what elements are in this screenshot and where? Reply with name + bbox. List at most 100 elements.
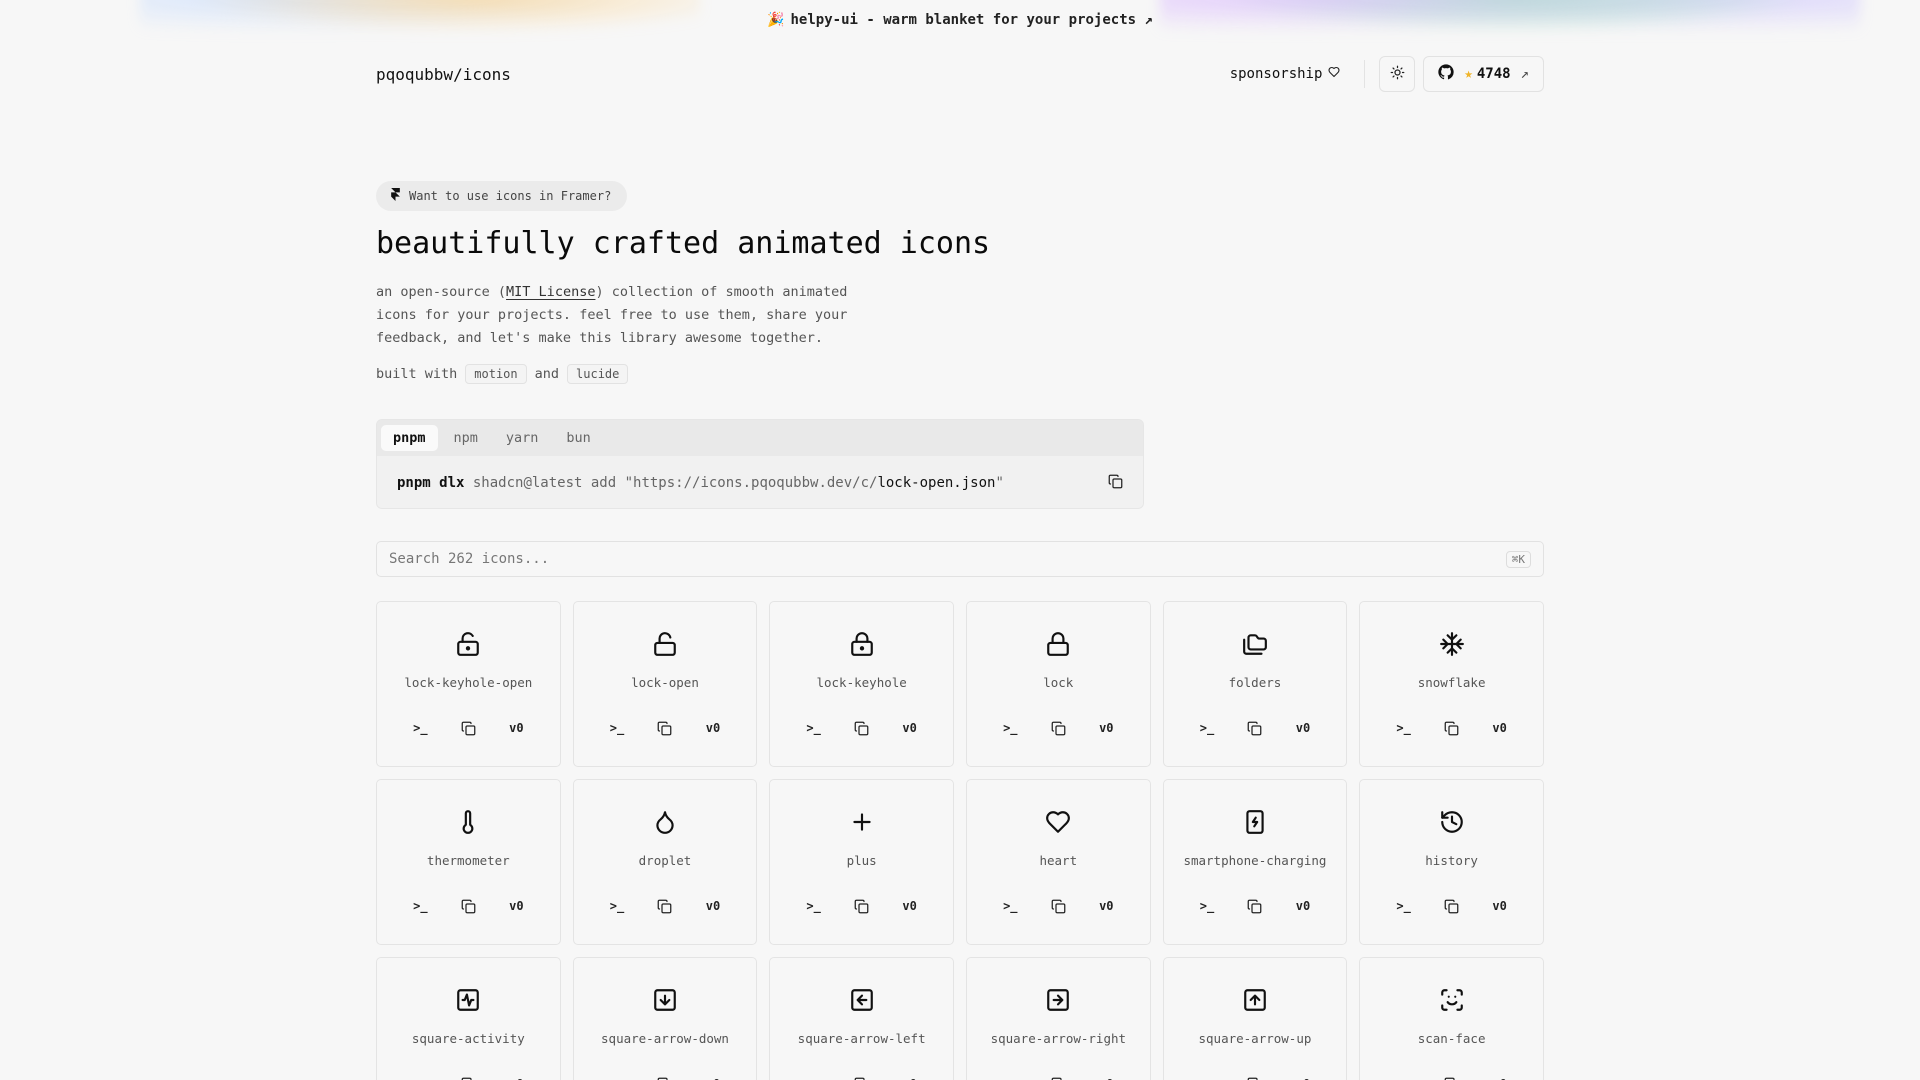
icon-card[interactable]: square-arrow-right >_ v0 bbox=[965, 957, 1151, 1080]
icon-card[interactable]: square-activity >_ v0 bbox=[376, 957, 561, 1080]
copy-cli-command-button[interactable]: >_ bbox=[604, 1071, 630, 1080]
open-in-v0-button[interactable]: v0 bbox=[897, 1071, 923, 1080]
square-arrow-left-icon[interactable] bbox=[848, 986, 876, 1014]
droplet-icon[interactable] bbox=[651, 808, 679, 836]
tab-pnpm[interactable]: pnpm bbox=[381, 425, 438, 451]
icon-card[interactable]: square-arrow-down >_ v0 bbox=[572, 957, 758, 1080]
mit-license-link[interactable]: MIT License bbox=[506, 284, 595, 300]
copy-code-button[interactable] bbox=[1439, 1071, 1465, 1080]
copy-cli-command-button[interactable]: >_ bbox=[604, 893, 630, 919]
copy-code-button[interactable] bbox=[652, 715, 678, 741]
open-in-v0-button[interactable]: v0 bbox=[503, 893, 529, 919]
icon-card[interactable]: lock-open >_ v0 bbox=[572, 601, 758, 767]
tab-yarn[interactable]: yarn bbox=[494, 425, 551, 451]
icon-card[interactable]: smartphone-charging >_ v0 bbox=[1162, 779, 1348, 945]
thermometer-icon[interactable] bbox=[454, 808, 482, 836]
copy-code-button[interactable] bbox=[455, 1071, 481, 1080]
github-button[interactable]: ★ 4748 ↗ bbox=[1423, 56, 1544, 92]
copy-code-button[interactable] bbox=[1045, 893, 1071, 919]
icon-card[interactable]: scan-face >_ v0 bbox=[1359, 957, 1544, 1080]
icon-card[interactable]: heart >_ v0 bbox=[965, 779, 1151, 945]
open-in-v0-button[interactable]: v0 bbox=[1487, 1071, 1513, 1080]
theme-toggle-button[interactable] bbox=[1379, 56, 1416, 92]
heart-icon[interactable] bbox=[1044, 808, 1072, 836]
icon-card[interactable]: history >_ v0 bbox=[1359, 779, 1544, 945]
open-in-v0-button[interactable]: v0 bbox=[503, 1071, 529, 1080]
icon-card[interactable]: thermometer >_ v0 bbox=[376, 779, 561, 945]
copy-code-button[interactable] bbox=[652, 1071, 678, 1080]
copy-cli-command-button[interactable]: >_ bbox=[801, 893, 827, 919]
banner-link[interactable]: helpy-ui - warm blanket for your project… bbox=[791, 12, 1153, 28]
open-in-v0-button[interactable]: v0 bbox=[897, 715, 923, 741]
square-arrow-down-icon[interactable] bbox=[651, 986, 679, 1014]
open-in-v0-button[interactable]: v0 bbox=[1487, 893, 1513, 919]
copy-cli-command-button[interactable]: >_ bbox=[1194, 715, 1220, 741]
open-in-v0-button[interactable]: v0 bbox=[1093, 1071, 1119, 1080]
lucide-tag[interactable]: lucide bbox=[567, 364, 629, 384]
folders-icon[interactable] bbox=[1241, 630, 1269, 658]
icon-card[interactable]: droplet >_ v0 bbox=[572, 779, 758, 945]
brand-link[interactable]: pqoqubbw/icons bbox=[376, 65, 511, 84]
copy-cli-command-button[interactable]: >_ bbox=[1391, 893, 1417, 919]
tab-npm[interactable]: npm bbox=[442, 425, 490, 451]
copy-code-button[interactable] bbox=[455, 893, 481, 919]
scan-face-icon[interactable] bbox=[1438, 986, 1466, 1014]
open-in-v0-button[interactable]: v0 bbox=[700, 715, 726, 741]
copy-cli-command-button[interactable]: >_ bbox=[801, 1071, 827, 1080]
square-arrow-up-icon[interactable] bbox=[1241, 986, 1269, 1014]
icon-card[interactable]: lock-keyhole >_ v0 bbox=[769, 601, 954, 767]
icon-card[interactable]: lock-keyhole-open >_ v0 bbox=[376, 601, 561, 767]
open-in-v0-button[interactable]: v0 bbox=[1290, 1071, 1316, 1080]
icon-card[interactable]: snowflake >_ v0 bbox=[1359, 601, 1544, 767]
copy-cli-command-button[interactable]: >_ bbox=[1391, 715, 1417, 741]
copy-command-button[interactable] bbox=[1108, 474, 1123, 493]
copy-cli-command-button[interactable]: >_ bbox=[1194, 1071, 1220, 1080]
search-input[interactable] bbox=[389, 551, 1289, 567]
smartphone-charging-icon[interactable] bbox=[1241, 808, 1269, 836]
lock-open-icon[interactable] bbox=[651, 630, 679, 658]
open-in-v0-button[interactable]: v0 bbox=[1093, 715, 1119, 741]
copy-cli-command-button[interactable]: >_ bbox=[1391, 1071, 1417, 1080]
icon-card[interactable]: square-arrow-up >_ v0 bbox=[1162, 957, 1348, 1080]
open-in-v0-button[interactable]: v0 bbox=[897, 893, 923, 919]
open-in-v0-button[interactable]: v0 bbox=[503, 715, 529, 741]
square-arrow-right-icon[interactable] bbox=[1044, 986, 1072, 1014]
open-in-v0-button[interactable]: v0 bbox=[700, 1071, 726, 1080]
icon-card[interactable]: plus >_ v0 bbox=[769, 779, 954, 945]
copy-cli-command-button[interactable]: >_ bbox=[997, 893, 1023, 919]
open-in-v0-button[interactable]: v0 bbox=[700, 893, 726, 919]
copy-code-button[interactable] bbox=[1045, 715, 1071, 741]
copy-code-button[interactable] bbox=[1439, 715, 1465, 741]
copy-code-button[interactable] bbox=[1242, 893, 1268, 919]
copy-code-button[interactable] bbox=[849, 715, 875, 741]
lock-icon[interactable] bbox=[1044, 630, 1072, 658]
icon-card[interactable]: lock >_ v0 bbox=[965, 601, 1151, 767]
copy-cli-command-button[interactable]: >_ bbox=[604, 715, 630, 741]
open-in-v0-button[interactable]: v0 bbox=[1290, 715, 1316, 741]
icon-card[interactable]: square-arrow-left >_ v0 bbox=[769, 957, 954, 1080]
lock-keyhole-icon[interactable] bbox=[848, 630, 876, 658]
copy-cli-command-button[interactable]: >_ bbox=[407, 715, 433, 741]
copy-code-button[interactable] bbox=[1242, 1071, 1268, 1080]
copy-cli-command-button[interactable]: >_ bbox=[1194, 893, 1220, 919]
lock-keyhole-open-icon[interactable] bbox=[454, 630, 482, 658]
plus-icon[interactable] bbox=[848, 808, 876, 836]
framer-pill-link[interactable]: Want to use icons in Framer? bbox=[376, 181, 628, 211]
open-in-v0-button[interactable]: v0 bbox=[1487, 715, 1513, 741]
open-in-v0-button[interactable]: v0 bbox=[1093, 893, 1119, 919]
copy-code-button[interactable] bbox=[1439, 893, 1465, 919]
icon-card[interactable]: folders >_ v0 bbox=[1162, 601, 1348, 767]
copy-code-button[interactable] bbox=[1045, 1071, 1071, 1080]
open-in-v0-button[interactable]: v0 bbox=[1290, 893, 1316, 919]
copy-code-button[interactable] bbox=[1242, 715, 1268, 741]
copy-cli-command-button[interactable]: >_ bbox=[407, 1071, 433, 1080]
top-banner[interactable]: 🎉 helpy-ui - warm blanket for your proje… bbox=[0, 0, 1920, 40]
snowflake-icon[interactable] bbox=[1438, 630, 1466, 658]
copy-cli-command-button[interactable]: >_ bbox=[997, 715, 1023, 741]
history-icon[interactable] bbox=[1438, 808, 1466, 836]
motion-tag[interactable]: motion bbox=[465, 364, 527, 384]
copy-code-button[interactable] bbox=[849, 1071, 875, 1080]
sponsorship-link[interactable]: sponsorship bbox=[1220, 66, 1351, 82]
copy-code-button[interactable] bbox=[652, 893, 678, 919]
copy-cli-command-button[interactable]: >_ bbox=[407, 893, 433, 919]
